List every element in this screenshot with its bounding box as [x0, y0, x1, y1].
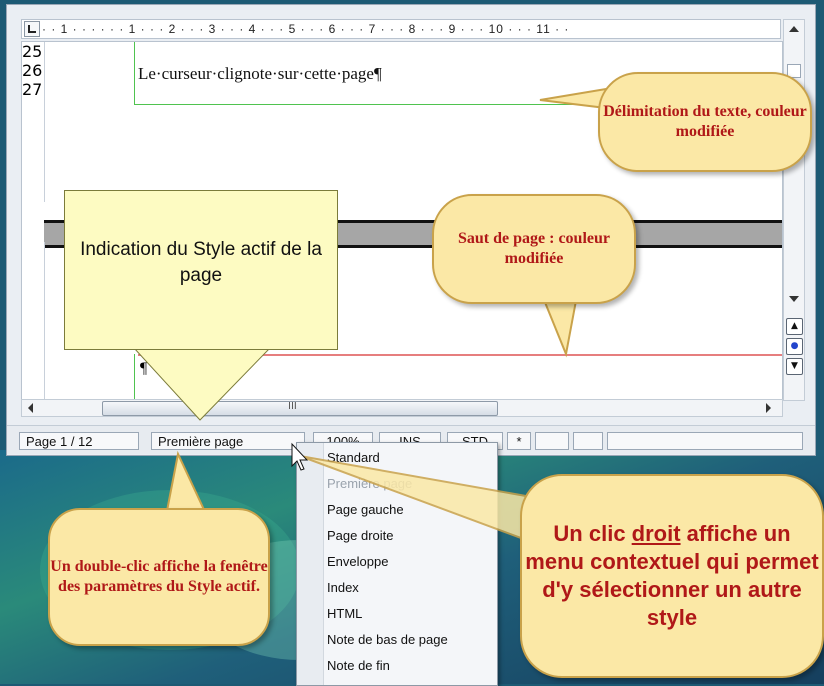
callout-style-indication: Indication du Style actif de la page	[64, 190, 338, 350]
callout-delimitation: Délimitation du texte, couleur modifiée	[598, 72, 812, 172]
callout-double-clic: Un double-clic affiche la fenêtre des pa…	[48, 508, 270, 646]
callout-clic-u: droit	[631, 521, 681, 546]
pointer-style	[132, 347, 272, 421]
callout-clic-a: Un clic	[553, 521, 632, 546]
mouse-cursor-icon	[291, 442, 309, 471]
pointer-double-clic	[164, 450, 208, 518]
callout-clic-droit: Un clic droit affiche un menu contextuel…	[520, 474, 824, 678]
callout-saut-de-page: Saut de page : couleur modifiée	[432, 194, 636, 304]
